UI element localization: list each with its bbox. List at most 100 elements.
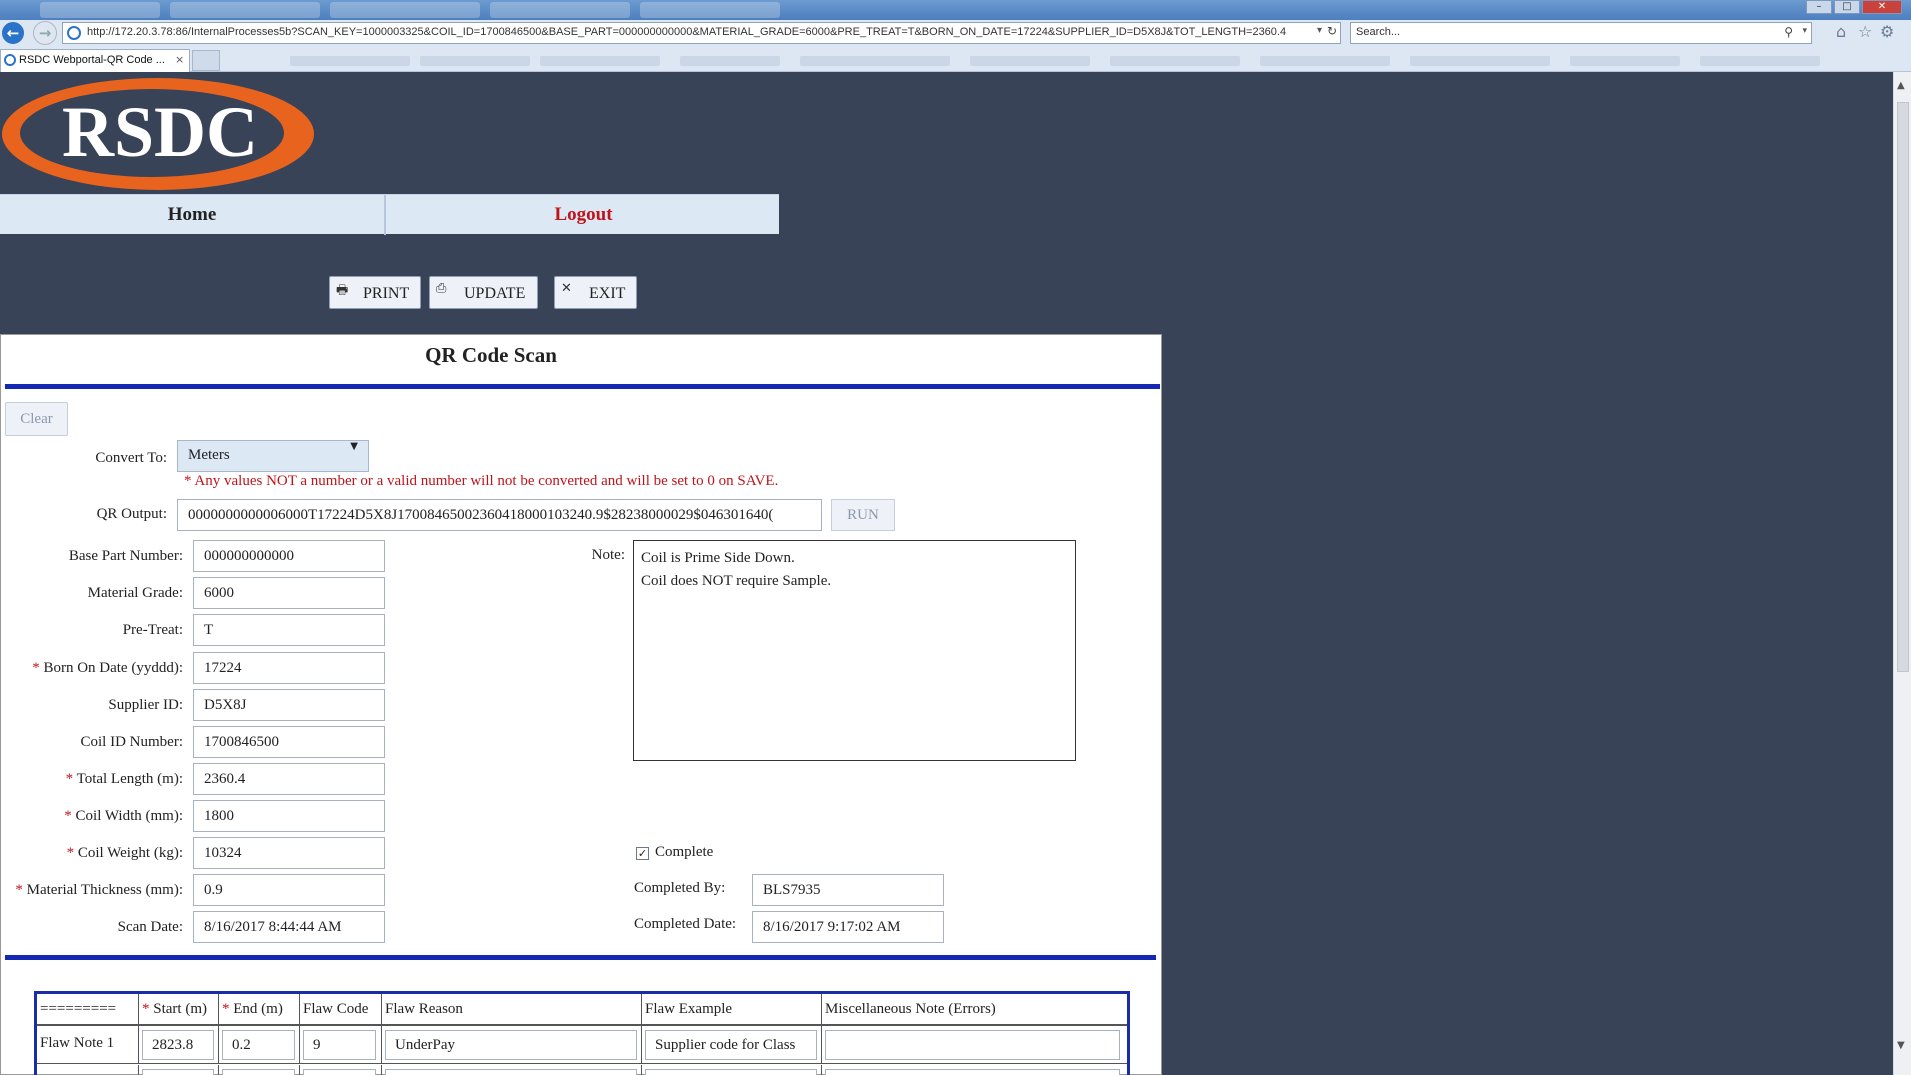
favorites-bar-item[interactable]: [1260, 56, 1390, 66]
complete-checkbox[interactable]: ✓: [636, 847, 649, 860]
search-placeholder: Search...: [1356, 26, 1401, 38]
browser-search-box[interactable]: Search... ⚲ ▾: [1350, 22, 1812, 44]
tab-close-icon[interactable]: ×: [175, 53, 184, 66]
home-icon[interactable]: ⌂: [1836, 22, 1846, 41]
nav-logout[interactable]: Logout: [388, 195, 779, 235]
convert-to-label: Convert To:: [95, 450, 167, 466]
search-dropdown-icon[interactable]: ▾: [1802, 26, 1807, 36]
flaw-start-field[interactable]: [142, 1069, 214, 1075]
page-scrollbar[interactable]: ▲ ▼: [1893, 72, 1911, 1075]
tab-title: RSDC Webportal-QR Code ...: [19, 54, 165, 66]
born-on-date-field[interactable]: 17224: [193, 652, 385, 684]
search-icon[interactable]: ⚲: [1784, 25, 1793, 39]
total-length-field[interactable]: 2360.4: [193, 763, 385, 795]
column-header: * Start (m): [139, 994, 219, 1026]
print-button[interactable]: 🖶 PRINT: [329, 276, 421, 309]
material-thickness-field[interactable]: 0.9: [193, 874, 385, 906]
exit-button[interactable]: ✕ EXIT: [554, 276, 637, 309]
flaw-code-field[interactable]: [303, 1069, 376, 1075]
favorites-star-icon[interactable]: ☆: [1858, 22, 1872, 41]
scroll-thumb[interactable]: [1897, 102, 1909, 672]
favorites-bar-item[interactable]: [970, 56, 1090, 66]
flaw-reason-field[interactable]: UnderPay: [385, 1030, 637, 1060]
field-label: * Coil Width (mm):: [64, 808, 183, 824]
field-label: * Coil Weight (kg):: [66, 845, 183, 861]
window-close-icon[interactable]: ✕: [1862, 0, 1902, 14]
base-part-number-field[interactable]: 000000000000: [193, 540, 385, 572]
update-button[interactable]: ⎙ UPDATE: [429, 276, 538, 309]
column-header: =========: [37, 994, 139, 1026]
field-label: * Total Length (m):: [65, 771, 183, 787]
coil-width-field[interactable]: 1800: [193, 800, 385, 832]
note-line: Coil does NOT require Sample.: [641, 573, 832, 589]
required-marker: *: [15, 882, 27, 898]
maximize-icon[interactable]: □: [1834, 0, 1860, 14]
background-tab[interactable]: [640, 2, 780, 18]
flaw-reason-field[interactable]: [385, 1069, 637, 1075]
rsdc-logo[interactable]: RSDC: [0, 75, 316, 193]
favorites-bar-item[interactable]: [800, 56, 950, 66]
conversion-warning: * Any values NOT a number or a valid num…: [184, 473, 779, 489]
flaw-start-field[interactable]: 2823.8: [142, 1030, 214, 1060]
coil-weight-field[interactable]: 10324: [193, 837, 385, 869]
required-marker: *: [222, 1001, 234, 1017]
clear-button[interactable]: Clear: [5, 402, 68, 436]
refresh-icon[interactable]: ↻: [1327, 24, 1337, 38]
favorites-bar-item[interactable]: [1700, 56, 1820, 66]
supplier-id-field[interactable]: D5X8J: [193, 689, 385, 721]
logo-text: RSDC: [62, 92, 258, 172]
qr-form-panel: QR Code Scan Clear Convert To: Meters ▼ …: [0, 334, 1162, 1075]
background-tab[interactable]: [490, 2, 630, 18]
minimize-icon[interactable]: –: [1806, 0, 1832, 14]
completed-date-field[interactable]: 8/16/2017 9:17:02 AM: [752, 911, 944, 943]
background-tab[interactable]: [170, 2, 320, 18]
field-label: Supplier ID:: [108, 697, 183, 713]
column-header: * End (m): [219, 994, 300, 1026]
forward-arrow-icon[interactable]: →: [33, 21, 57, 45]
flaw-example-field[interactable]: [645, 1069, 817, 1075]
flaw-example-field[interactable]: Supplier code for Class: [645, 1030, 817, 1060]
material-grade-field[interactable]: 6000: [193, 577, 385, 609]
address-dropdown-icon[interactable]: ▾: [1317, 25, 1322, 36]
misc-note-field[interactable]: [825, 1069, 1120, 1075]
ie-page-icon: [67, 26, 81, 40]
column-header: Miscellaneous Note (Errors): [822, 994, 1127, 1026]
run-button[interactable]: RUN: [831, 499, 895, 531]
coil-id-number-field[interactable]: 1700846500: [193, 726, 385, 758]
table-row: [37, 1065, 1127, 1075]
scroll-down-icon[interactable]: ▼: [1897, 1040, 1905, 1051]
flaw-end-field[interactable]: [222, 1069, 295, 1075]
printer-icon: 🖶: [336, 283, 349, 298]
note-textarea[interactable]: Coil is Prime Side Down. Coil does NOT r…: [633, 540, 1076, 761]
settings-gear-icon[interactable]: ⚙: [1880, 22, 1894, 41]
address-bar[interactable]: http://172.20.3.78:86/InternalProcesses5…: [62, 22, 1341, 44]
favorites-bar-item[interactable]: [540, 56, 660, 66]
favorites-bar-item[interactable]: [420, 56, 530, 66]
background-tab[interactable]: [330, 2, 480, 18]
favorites-bar-item[interactable]: [1410, 56, 1550, 66]
misc-note-field[interactable]: [825, 1030, 1120, 1060]
end-cell: 0.2: [219, 1026, 300, 1064]
new-tab-button[interactable]: [192, 50, 220, 71]
favorites-bar-item[interactable]: [1570, 56, 1680, 66]
completed-date-label: Completed Date:: [634, 916, 737, 932]
favorites-bar-item[interactable]: [1110, 56, 1240, 66]
browser-chrome: – □ ✕ ← → http://172.20.3.78:86/Internal…: [0, 0, 1911, 72]
pre-treat-field[interactable]: T: [193, 614, 385, 646]
qr-output-field[interactable]: 0000000000006000T17224D5X8J1700846500236…: [177, 499, 822, 531]
flaw-end-field[interactable]: 0.2: [222, 1030, 295, 1060]
favorites-bar-item[interactable]: [290, 56, 410, 66]
favorites-bar-item[interactable]: [680, 56, 780, 66]
back-arrow-icon[interactable]: ←: [0, 20, 26, 46]
completed-by-field[interactable]: BLS7935: [752, 874, 944, 906]
url-text[interactable]: http://172.20.3.78:86/InternalProcesses5…: [87, 26, 1287, 38]
active-tab[interactable]: RSDC Webportal-QR Code ... ×: [0, 49, 190, 72]
convert-to-select[interactable]: Meters ▼: [177, 440, 369, 472]
scan-date-field[interactable]: 8/16/2017 8:44:44 AM: [193, 911, 385, 943]
nav-home[interactable]: Home: [0, 195, 386, 235]
row-label: Flaw Note 1: [40, 1035, 115, 1051]
background-tab[interactable]: [40, 2, 160, 18]
scroll-up-icon[interactable]: ▲: [1897, 80, 1905, 91]
flaw-code-field[interactable]: 9: [303, 1030, 376, 1060]
qr-output-label: QR Output:: [96, 506, 167, 522]
